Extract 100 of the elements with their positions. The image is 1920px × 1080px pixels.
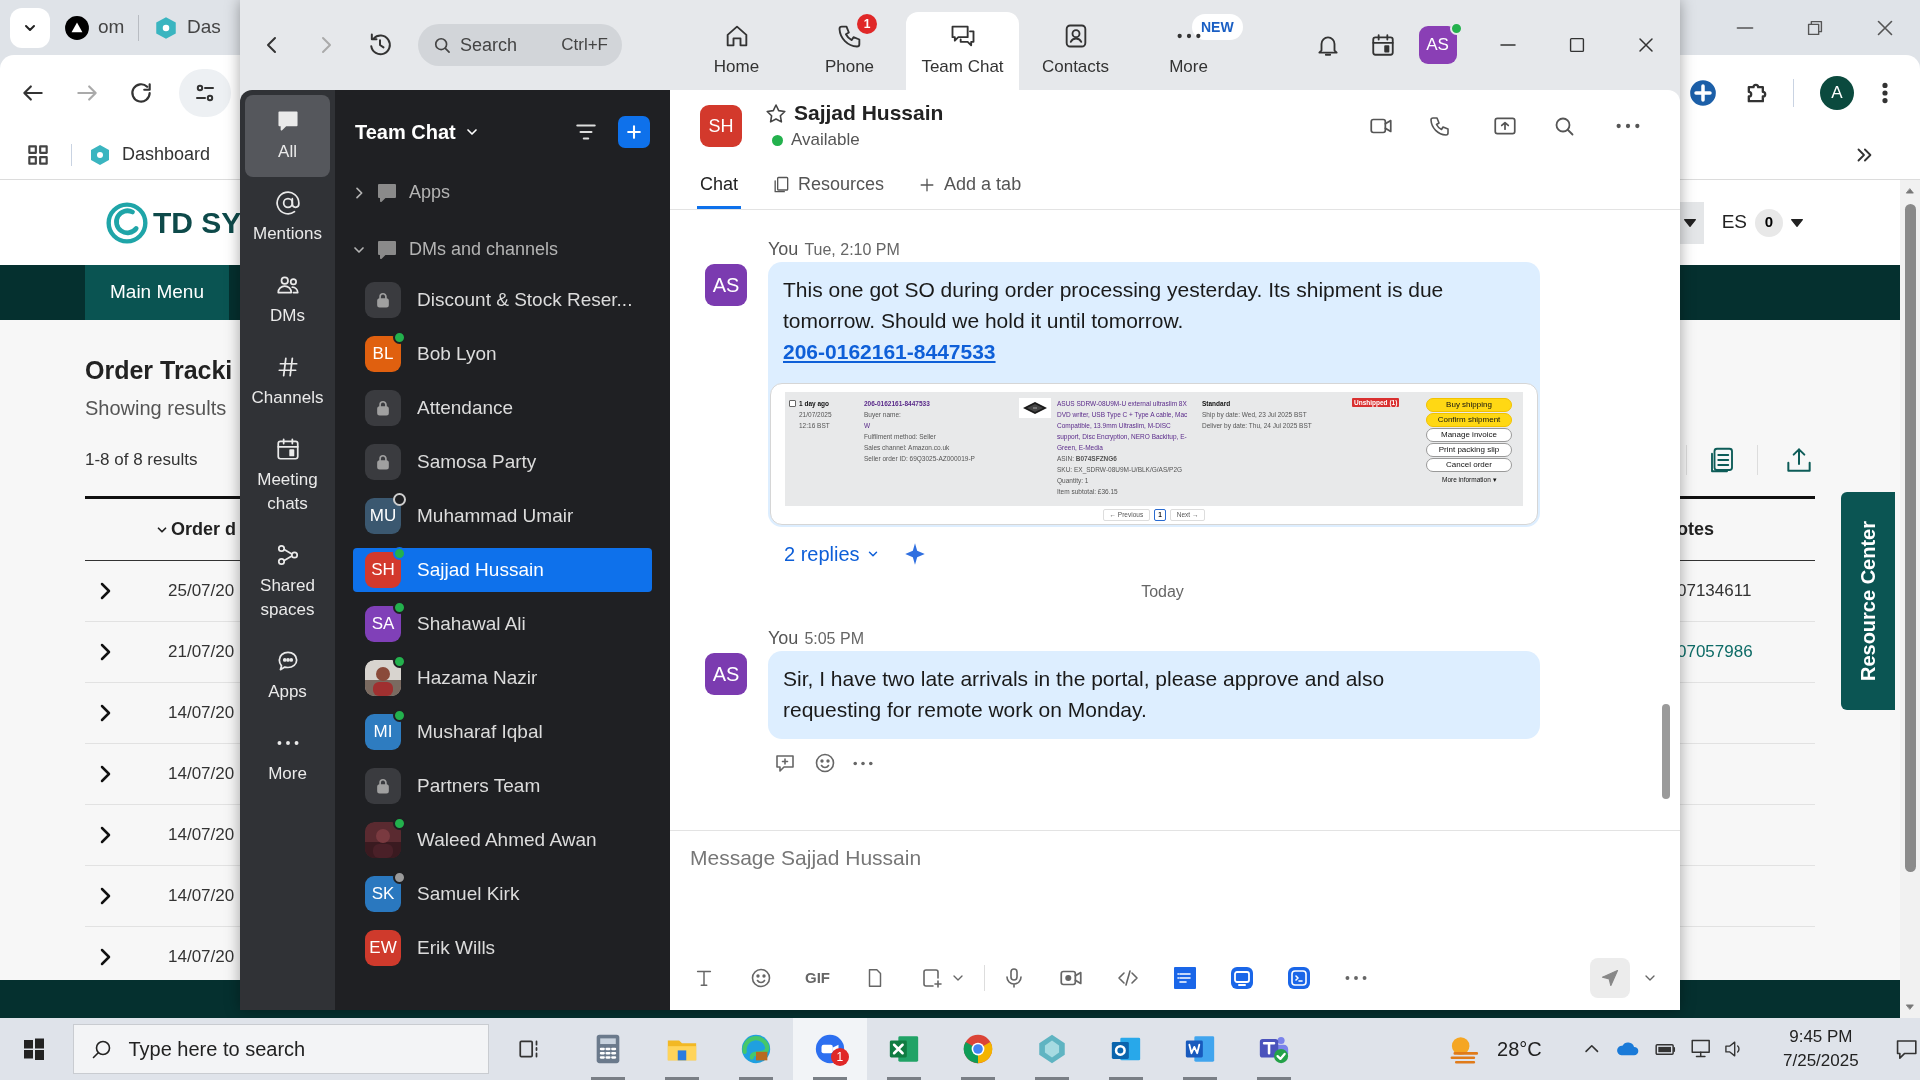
action-button[interactable]: Cancel order <box>1426 458 1512 472</box>
nav-tab[interactable]: NEW More <box>1132 12 1245 90</box>
more-icon[interactable] <box>1616 123 1640 129</box>
table-cell-text: 14/07/20 <box>168 763 235 786</box>
plus-icon <box>624 122 644 142</box>
send-icon <box>1600 968 1620 988</box>
nav-tab[interactable]: 1 Phone <box>793 12 906 90</box>
message-text: Sir, I have two late arrivals in the portal, please approve and also requesting for remote work on Monday. <box>783 666 1386 723</box>
sender-name: You <box>768 627 799 650</box>
list-title-button[interactable]: Team Chat <box>355 117 480 147</box>
section-header[interactable]: DMs and channels <box>335 221 670 278</box>
phone-icon[interactable] <box>1428 114 1452 138</box>
message-link[interactable]: 206-0162161-8447533 <box>783 336 996 367</box>
calendar-icon[interactable] <box>1369 32 1396 58</box>
action-button[interactable]: Confirm shipment <box>1426 413 1512 427</box>
contact-name: Sajjad Hussain <box>794 100 944 127</box>
language-label: ES <box>1721 210 1747 235</box>
new-chat-button[interactable] <box>618 116 650 148</box>
gif-button[interactable]: GIF <box>805 966 830 990</box>
more-icon[interactable] <box>1344 975 1367 981</box>
scrollbar-thumb[interactable] <box>1662 704 1670 799</box>
section-header[interactable]: Apps <box>335 164 670 221</box>
chat-list-item[interactable]: Waleed Ahmed Awan <box>353 818 652 862</box>
rail-item[interactable]: Mentions <box>245 177 330 259</box>
chat-list-item[interactable]: Hazama Nazir <box>353 656 652 700</box>
chat-list-item[interactable]: Samosa Party <box>353 440 652 484</box>
notes-app-icon[interactable] <box>1172 966 1197 990</box>
nav-tab[interactable]: Home <box>680 12 793 90</box>
star-icon[interactable] <box>764 102 788 126</box>
table-cell-text: 25/07/20 <box>168 580 235 603</box>
nav-tab[interactable]: Team Chat <box>906 12 1019 90</box>
chat-list-item[interactable]: SK Samuel Kirk <box>353 872 652 916</box>
sender-name: You <box>768 238 799 261</box>
browser-tab[interactable]: om <box>64 7 136 48</box>
taskbar-search-field[interactable]: Type here to search <box>73 1024 490 1074</box>
taskbar-app[interactable]: 1 <box>792 1018 867 1080</box>
more-icon[interactable] <box>853 760 873 766</box>
chat-list-item[interactable]: Attendance <box>353 386 652 430</box>
table-cell-text: 07134611 <box>1677 580 1753 603</box>
add-reaction-icon[interactable] <box>813 751 837 775</box>
prompt-app-icon[interactable] <box>1286 966 1311 990</box>
scrollbar-thumb[interactable] <box>1904 204 1916 872</box>
bookmark[interactable]: Dashboard <box>88 141 211 168</box>
rail-item[interactable]: All <box>245 95 330 177</box>
send-button[interactable] <box>1590 958 1630 998</box>
swirl-logo-icon <box>105 200 149 245</box>
new-badge: NEW <box>1192 14 1243 40</box>
chat-tab[interactable]: Chat <box>697 163 742 209</box>
chat-list-item[interactable]: SH Sajjad Hussain <box>353 548 652 592</box>
action-button[interactable]: Buy shipping <box>1426 398 1512 412</box>
message-input[interactable]: Message Sajjad Hussain <box>690 841 1660 875</box>
browser-tab[interactable]: Das <box>153 7 223 48</box>
nav-tab[interactable]: Contacts <box>1019 12 1132 90</box>
rail-item[interactable]: Shared spaces <box>245 529 330 635</box>
rail-item[interactable]: Meeting chats <box>245 423 330 529</box>
user-avatar: SA <box>365 606 401 642</box>
rail-item[interactable]: Channels <box>245 341 330 423</box>
action-button[interactable]: Print packing slip <box>1426 443 1512 457</box>
extension-icon[interactable] <box>1689 78 1717 107</box>
notification-badge: 1 <box>857 14 877 34</box>
message-text: This one got SO during order processing yesterday. Its shipment is due tomorrow. Should we hold it until tomorrow. <box>783 277 1445 334</box>
table-cell-text: 21/07/20 <box>168 641 235 664</box>
user-avatar: MU <box>365 498 401 534</box>
rail-item[interactable]: Apps <box>245 635 330 717</box>
profile-avatar[interactable]: A <box>1820 75 1854 110</box>
chat-list-item[interactable]: EW Erik Wills <box>353 926 652 970</box>
clock[interactable]: 9:45 PM 7/25/2025 <box>1767 1025 1875 1073</box>
chat-list-item[interactable]: BL Bob Lyon <box>353 332 652 376</box>
chat-tab[interactable]: Resources <box>771 163 888 209</box>
site-info-button[interactable] <box>179 68 231 117</box>
row-checkbox[interactable] <box>789 400 796 407</box>
rail-item[interactable]: DMs <box>245 259 330 341</box>
chat-list-item[interactable]: SA Shahawal Ali <box>353 602 652 646</box>
table-cell-text: 14/07/20 <box>168 702 235 725</box>
chat-list-item[interactable]: Partners Team <box>353 764 652 808</box>
rail-item[interactable]: More <box>245 717 330 799</box>
nav-tab[interactable]: Main Menu <box>85 265 229 320</box>
chat-tab[interactable]: Add a tab <box>917 163 1025 209</box>
profile-avatar[interactable]: AS <box>1418 26 1457 64</box>
user-avatar: SK <box>365 876 401 912</box>
page-title: Order Tracki <box>85 355 233 386</box>
scroll-down-icon[interactable] <box>1904 1002 1916 1012</box>
search-icon <box>432 35 452 55</box>
page-subtitle: Showing results <box>85 396 227 421</box>
chat-list-item[interactable]: MI Musharaf Iqbal <box>353 710 652 754</box>
resource-center-tab[interactable]: Resource Center <box>1841 492 1895 710</box>
search-field[interactable]: Search Ctrl+F <box>418 24 622 66</box>
replies-link[interactable]: 2 replies <box>784 539 880 569</box>
action-button[interactable]: Manage invoice <box>1426 428 1512 442</box>
table-cell-text: 14/07/20 <box>168 824 235 847</box>
chat-list-item[interactable]: Discount & Stock Reser... <box>353 278 652 322</box>
hexagon-logo-icon <box>153 14 179 41</box>
scroll-up-icon[interactable] <box>1904 186 1916 196</box>
whiteboard-app-icon[interactable] <box>1229 966 1254 990</box>
chat-list-item[interactable]: MU Muhammad Umair <box>353 494 652 538</box>
message-time: Tue, 2:10 PM <box>804 240 900 260</box>
weather-temperature: 28°C <box>1497 1037 1542 1062</box>
notes-link[interactable]: 07057986 <box>1677 639 1815 665</box>
user-avatar: SH <box>365 552 401 588</box>
column-header[interactable]: Order d <box>155 516 236 543</box>
